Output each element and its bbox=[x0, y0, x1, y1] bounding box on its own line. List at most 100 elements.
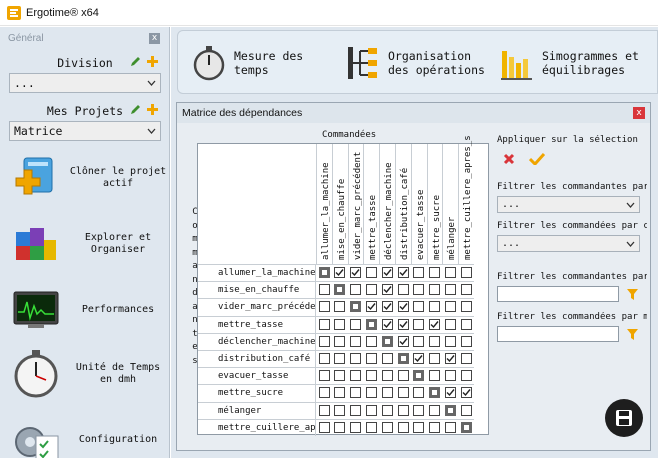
matrix-checkbox[interactable] bbox=[413, 404, 425, 416]
toolbar-measure-times[interactable]: Mesure des temps bbox=[192, 31, 303, 95]
add-division-icon[interactable] bbox=[146, 55, 159, 68]
matrix-checkbox[interactable] bbox=[429, 335, 441, 347]
matrix-checkbox[interactable] bbox=[334, 267, 346, 278]
filter-commanded-category-select[interactable]: ... bbox=[497, 235, 640, 252]
matrix-checkbox[interactable] bbox=[460, 318, 472, 330]
matrix-checkbox[interactable] bbox=[397, 370, 409, 382]
matrix-checkbox[interactable] bbox=[318, 318, 330, 330]
matrix-checkbox[interactable] bbox=[413, 421, 425, 433]
matrix-checkbox[interactable] bbox=[413, 318, 425, 330]
matrix-checkbox[interactable] bbox=[381, 267, 393, 278]
matrix-checkbox[interactable] bbox=[397, 404, 409, 416]
matrix-checkbox[interactable] bbox=[334, 404, 346, 416]
matrix-checkbox[interactable] bbox=[365, 353, 377, 364]
matrix-checkbox[interactable] bbox=[444, 335, 456, 347]
matrix-checkbox[interactable] bbox=[318, 284, 330, 296]
matrix-checkbox[interactable] bbox=[444, 353, 456, 364]
apply-check-icon[interactable] bbox=[529, 153, 545, 165]
matrix-checkbox[interactable] bbox=[365, 370, 377, 382]
matrix-checkbox[interactable] bbox=[365, 421, 377, 433]
matrix-checkbox[interactable] bbox=[397, 421, 409, 433]
edit-project-icon[interactable] bbox=[129, 103, 142, 116]
matrix-checkbox[interactable] bbox=[350, 387, 362, 399]
matrix-checkbox[interactable] bbox=[318, 335, 330, 347]
matrix-checkbox[interactable] bbox=[429, 301, 441, 313]
matrix-checkbox[interactable] bbox=[365, 387, 377, 399]
matrix-checkbox[interactable] bbox=[460, 301, 472, 313]
matrix-checkbox[interactable] bbox=[444, 267, 456, 278]
matrix-checkbox[interactable] bbox=[350, 353, 362, 364]
matrix-checkbox[interactable] bbox=[365, 267, 377, 278]
matrix-checkbox[interactable] bbox=[318, 404, 330, 416]
project-select[interactable]: Matrice bbox=[9, 121, 161, 141]
matrix-checkbox[interactable] bbox=[397, 335, 409, 347]
matrix-checkbox[interactable] bbox=[460, 284, 472, 296]
matrix-checkbox[interactable] bbox=[397, 318, 409, 330]
filter-commanding-category-select[interactable]: ... bbox=[497, 196, 640, 213]
matrix-checkbox[interactable] bbox=[429, 284, 441, 296]
cancel-icon[interactable] bbox=[503, 153, 515, 165]
edit-division-icon[interactable] bbox=[129, 55, 142, 68]
matrix-checkbox[interactable] bbox=[413, 267, 425, 278]
panel-close-button[interactable]: x bbox=[149, 32, 160, 44]
matrix-checkbox[interactable] bbox=[429, 353, 441, 364]
matrix-checkbox[interactable] bbox=[381, 421, 393, 433]
matrix-checkbox[interactable] bbox=[381, 404, 393, 416]
nav-explore-organize[interactable]: Explorer et Organiser bbox=[0, 213, 168, 275]
matrix-checkbox[interactable] bbox=[381, 370, 393, 382]
matrix-checkbox[interactable] bbox=[350, 318, 362, 330]
matrix-checkbox[interactable] bbox=[334, 353, 346, 364]
nav-performances[interactable]: Performances bbox=[0, 279, 168, 341]
matrix-checkbox[interactable] bbox=[429, 421, 441, 433]
toolbar-simograms[interactable]: Simogrammes et équilibrages bbox=[500, 31, 639, 95]
matrix-checkbox[interactable] bbox=[318, 370, 330, 382]
matrix-checkbox[interactable] bbox=[413, 353, 425, 364]
matrix-checkbox[interactable] bbox=[381, 301, 393, 313]
matrix-checkbox[interactable] bbox=[429, 404, 441, 416]
matrix-checkbox[interactable] bbox=[381, 318, 393, 330]
matrix-checkbox[interactable] bbox=[350, 284, 362, 296]
nav-configuration[interactable]: Configuration bbox=[0, 409, 168, 458]
matrix-checkbox[interactable] bbox=[318, 387, 330, 399]
matrix-checkbox[interactable] bbox=[444, 370, 456, 382]
matrix-checkbox[interactable] bbox=[350, 421, 362, 433]
matrix-checkbox[interactable] bbox=[334, 318, 346, 330]
matrix-checkbox[interactable] bbox=[460, 404, 472, 416]
matrix-checkbox[interactable] bbox=[460, 335, 472, 347]
matrix-close-button[interactable]: x bbox=[633, 107, 645, 119]
matrix-checkbox[interactable] bbox=[365, 301, 377, 313]
nav-time-unit[interactable]: Unité de Temps en dmh bbox=[0, 343, 168, 405]
matrix-checkbox[interactable] bbox=[381, 387, 393, 399]
toolbar-organize-operations[interactable]: Organisation des opérations bbox=[346, 31, 485, 95]
division-select[interactable]: ... bbox=[9, 73, 161, 93]
matrix-checkbox[interactable] bbox=[460, 353, 472, 364]
matrix-checkbox[interactable] bbox=[350, 404, 362, 416]
matrix-checkbox[interactable] bbox=[365, 404, 377, 416]
matrix-checkbox[interactable] bbox=[381, 284, 393, 296]
matrix-checkbox[interactable] bbox=[413, 301, 425, 313]
matrix-checkbox[interactable] bbox=[444, 318, 456, 330]
matrix-checkbox[interactable] bbox=[365, 284, 377, 296]
matrix-checkbox[interactable] bbox=[318, 421, 330, 433]
matrix-checkbox[interactable] bbox=[413, 387, 425, 399]
save-button[interactable] bbox=[605, 399, 643, 437]
matrix-checkbox[interactable] bbox=[444, 421, 456, 433]
matrix-checkbox[interactable] bbox=[413, 335, 425, 347]
matrix-checkbox[interactable] bbox=[381, 353, 393, 364]
matrix-checkbox[interactable] bbox=[397, 301, 409, 313]
matrix-checkbox[interactable] bbox=[318, 353, 330, 364]
matrix-checkbox[interactable] bbox=[397, 267, 409, 278]
matrix-checkbox[interactable] bbox=[429, 370, 441, 382]
matrix-checkbox[interactable] bbox=[460, 370, 472, 382]
matrix-checkbox[interactable] bbox=[350, 267, 362, 278]
matrix-checkbox[interactable] bbox=[429, 267, 441, 278]
funnel-icon[interactable] bbox=[627, 288, 638, 300]
funnel-icon[interactable] bbox=[627, 328, 638, 340]
filter-commanded-keyword-input[interactable] bbox=[497, 326, 619, 342]
matrix-checkbox[interactable] bbox=[365, 335, 377, 347]
matrix-checkbox[interactable] bbox=[444, 301, 456, 313]
matrix-checkbox[interactable] bbox=[444, 284, 456, 296]
matrix-checkbox[interactable] bbox=[460, 387, 472, 399]
add-project-icon[interactable] bbox=[146, 103, 159, 116]
matrix-checkbox[interactable] bbox=[334, 370, 346, 382]
